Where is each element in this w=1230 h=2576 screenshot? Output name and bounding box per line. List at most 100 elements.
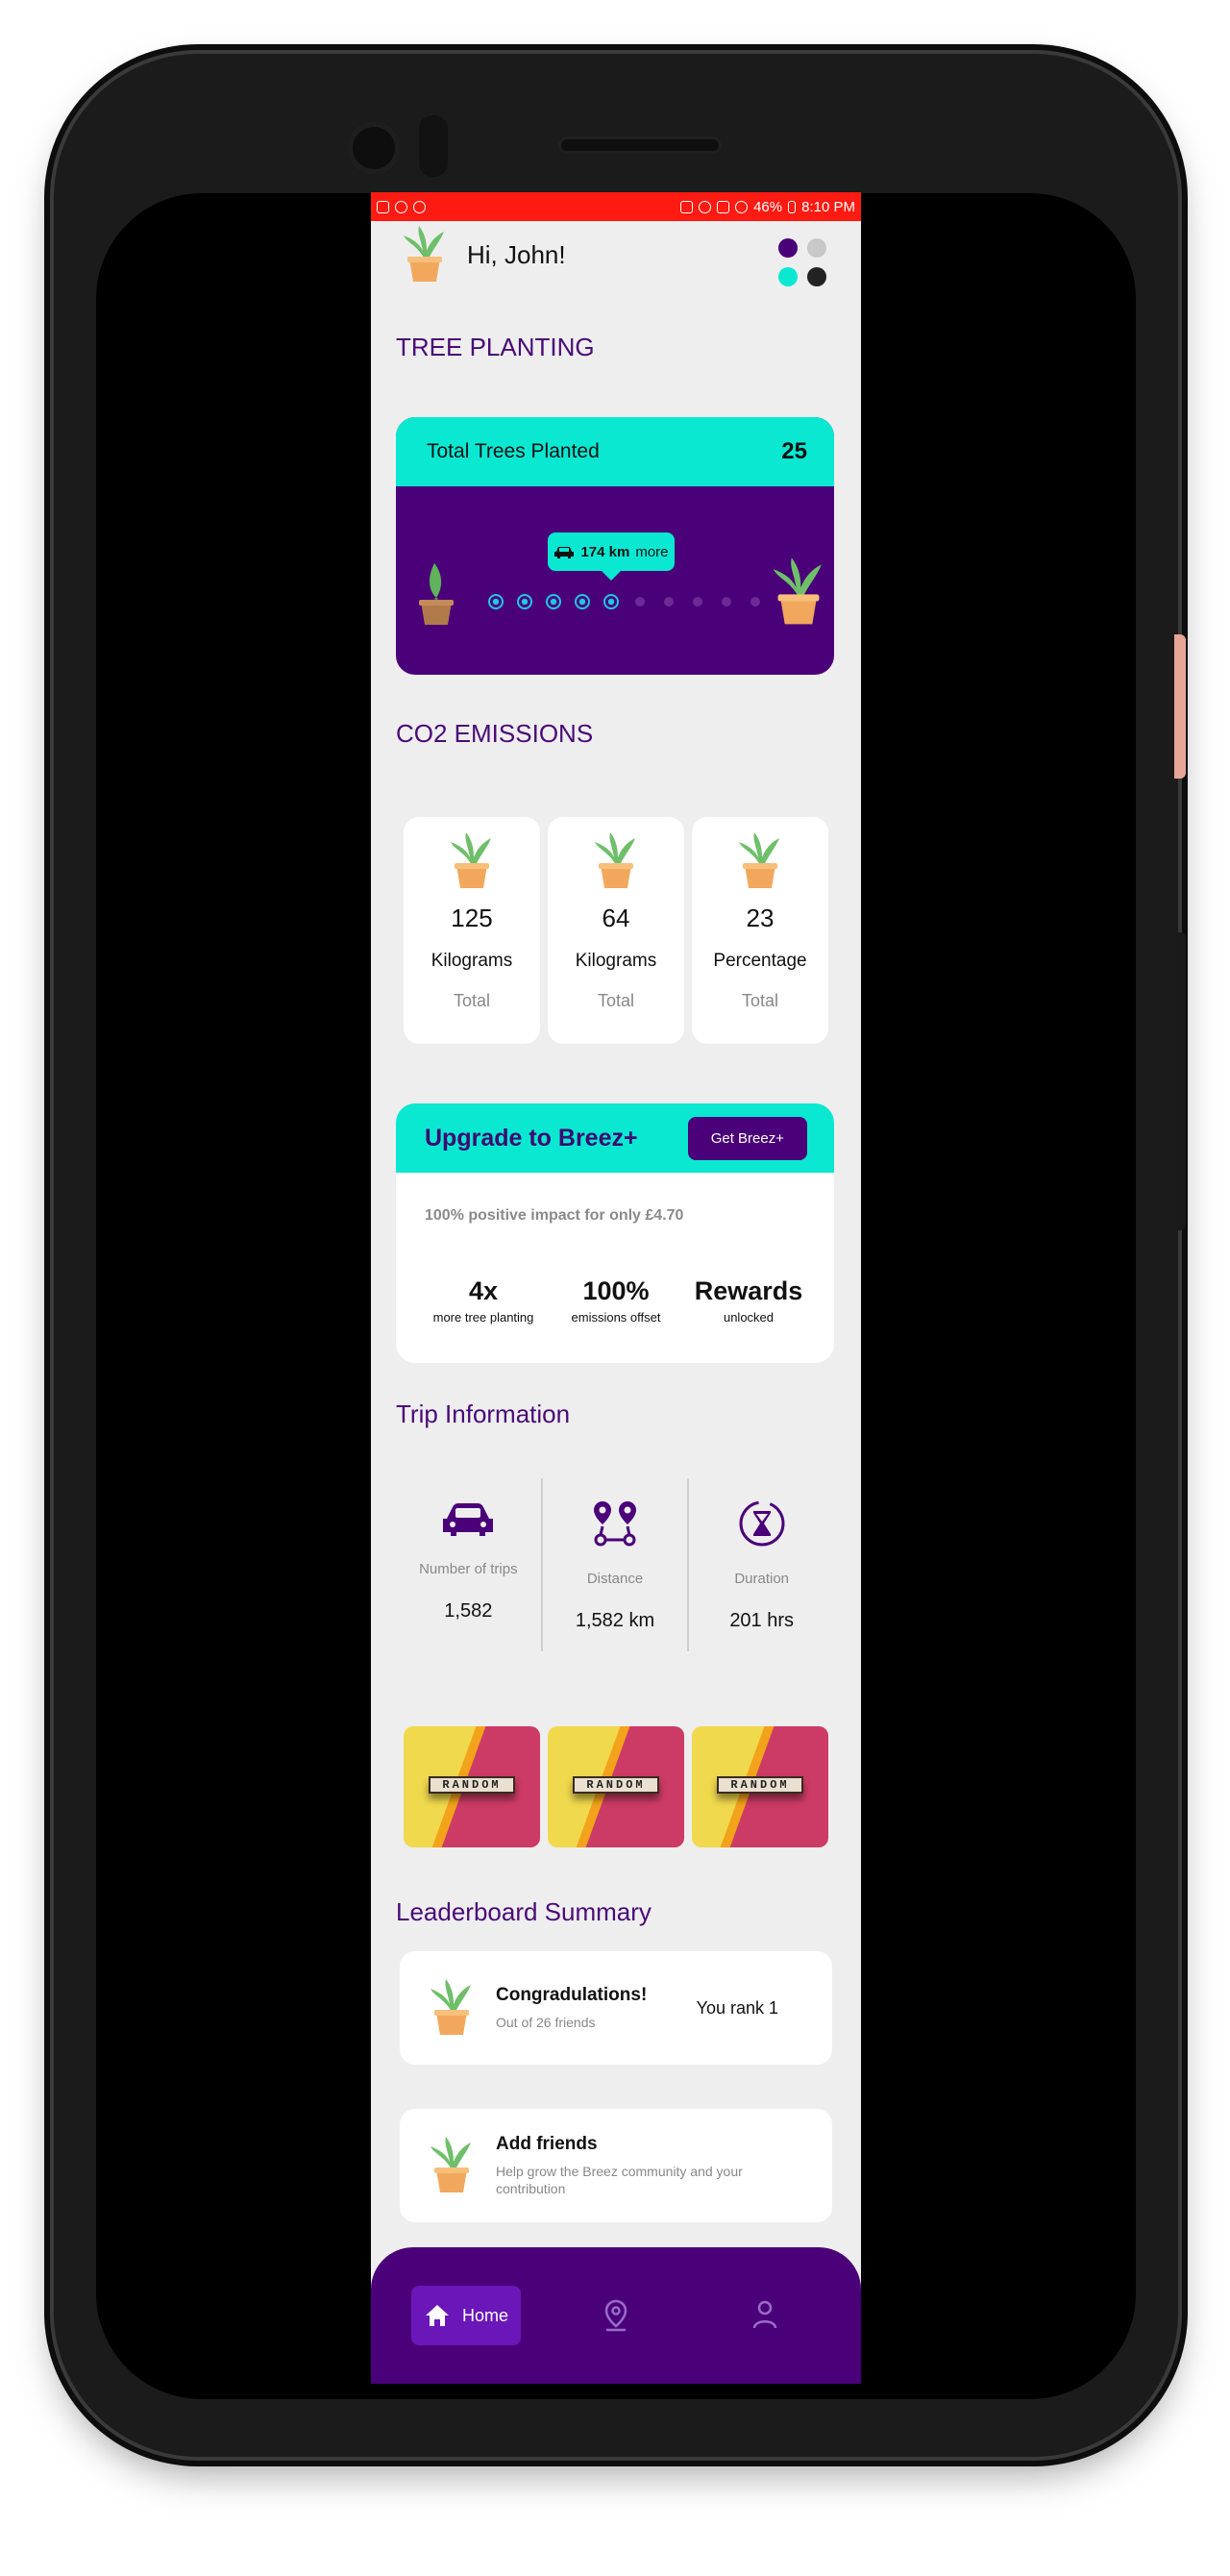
trip-stats: Number of trips 1,582 Distance 1,582 km …: [396, 1478, 834, 1651]
total-trees-value: 25: [781, 438, 807, 464]
progress-dot-pending: [635, 597, 645, 607]
tree-planting-card[interactable]: Total Trees Planted 25 174 km more: [396, 417, 834, 675]
power-button: [1174, 634, 1186, 779]
nav-home-label: Home: [461, 2305, 508, 2325]
dnd-icon: [735, 200, 749, 213]
battery-icon: [788, 200, 797, 213]
add-friends-card[interactable]: Add friends Help grow the Breez communit…: [400, 2109, 832, 2222]
co2-card[interactable]: 125 Kilograms Total: [404, 817, 540, 1044]
distance-suffix: more: [635, 543, 669, 560]
get-breez-plus-button[interactable]: Get Breez+: [687, 1116, 807, 1160]
grey-dot[interactable]: [807, 238, 826, 258]
clock: 8:10 PM: [801, 198, 855, 215]
co2-unit: Kilograms: [430, 951, 513, 971]
random-tile[interactable]: RANDOM: [404, 1726, 540, 1847]
upgrade-card: Upgrade to Breez+ Get Breez+ 100% positi…: [396, 1103, 834, 1363]
co2-card[interactable]: 23 Percentage Total: [692, 817, 828, 1044]
earpiece-speaker: [558, 136, 722, 154]
co2-value: 23: [746, 904, 775, 932]
trip-stat-distance[interactable]: Distance 1,582 km: [540, 1478, 688, 1651]
trip-stat-label: Distance: [586, 1571, 644, 1587]
at-notification-icon: [413, 200, 426, 213]
random-tile[interactable]: RANDOM: [692, 1726, 828, 1847]
purple-dot[interactable]: [778, 238, 798, 258]
profile-icon[interactable]: [751, 2299, 778, 2330]
upgrade-stat-label: more tree planting: [432, 1310, 534, 1325]
progress-dot-pending: [750, 597, 760, 607]
route-pins-icon: [594, 1501, 636, 1547]
progress-dot-complete: [575, 594, 590, 609]
upgrade-stat-label: unlocked: [723, 1310, 775, 1325]
random-tile-label: RANDOM: [717, 1776, 803, 1794]
volume-button: [1174, 932, 1186, 1230]
congrats-title: Congradulations!: [496, 1985, 648, 2005]
co2-cards: 125 Kilograms Total 64 Kilograms Total 2…: [404, 817, 828, 1044]
plant-icon: [451, 832, 491, 888]
trip-info-title: Trip Information: [396, 1399, 571, 1428]
progress-dot-pending: [722, 597, 731, 607]
location-pin-icon[interactable]: [602, 2299, 630, 2332]
trip-stat-value: 201 hrs: [729, 1610, 795, 1631]
co2-value: 64: [602, 904, 630, 932]
upgrade-stat: Rewards unlocked: [682, 1276, 815, 1325]
progress-dot-complete: [517, 594, 532, 609]
header: Hi, John!: [371, 221, 861, 288]
hourglass-icon: [739, 1500, 785, 1547]
leaderboard-rank-text: Congradulations! Out of 26 friends: [496, 1985, 697, 2031]
home-icon: [425, 2305, 449, 2326]
leaderboard-title: Leaderboard Summary: [396, 1897, 652, 1926]
trip-stat-duration[interactable]: Duration 201 hrs: [687, 1478, 834, 1651]
upgrade-stat-value: 4x: [468, 1276, 499, 1305]
add-friends-text: Add friends Help grow the Breez communit…: [496, 2134, 832, 2197]
co2-card[interactable]: 64 Kilograms Total: [548, 817, 684, 1044]
tree-progress-area: 174 km more: [396, 486, 834, 675]
greeting-text: Hi, John!: [467, 239, 566, 269]
add-friends-subtitle: Help grow the Breez community and your c…: [496, 2164, 743, 2196]
random-tile[interactable]: RANDOM: [548, 1726, 684, 1847]
theme-dots-menu[interactable]: [778, 238, 826, 286]
total-trees-label: Total Trees Planted: [427, 440, 600, 462]
trip-stat-label: Duration: [734, 1571, 790, 1587]
add-friends-title: Add friends: [496, 2134, 598, 2154]
black-dot[interactable]: [807, 267, 826, 286]
car-icon: [443, 1503, 494, 1536]
trip-stat-trips[interactable]: Number of trips 1,582: [396, 1478, 541, 1651]
tree-progress-dots: [488, 594, 763, 609]
sapling-icon: [419, 563, 454, 625]
plant-icon: [430, 2137, 471, 2192]
plant-icon: [739, 832, 779, 888]
status-bar: 46% 8:10 PM: [371, 192, 861, 221]
app-notification-icon: [395, 200, 407, 213]
progress-dot-complete: [603, 594, 619, 609]
upgrade-stats: 4x more tree planting 100% emissions off…: [396, 1225, 834, 1325]
plant-icon: [595, 832, 635, 888]
upgrade-stat: 100% emissions offset: [550, 1276, 682, 1325]
progress-dot-complete: [546, 594, 561, 609]
proximity-sensor: [419, 115, 448, 177]
upgrade-description: 100% positive impact for only £4.70: [425, 1207, 684, 1224]
gallery-notification-icon: [377, 200, 389, 213]
random-tiles: RANDOM RANDOM RANDOM: [404, 1726, 828, 1847]
progress-dot-pending: [664, 597, 674, 607]
rank-text: You rank 1: [696, 1997, 778, 2018]
teal-dot[interactable]: [778, 267, 798, 286]
trip-stat-label: Number of trips: [419, 1561, 518, 1577]
trip-stat-value: 1,582: [444, 1600, 493, 1622]
tree-planting-title: TREE PLANTING: [396, 333, 595, 361]
leaderboard-rank-card[interactable]: Congradulations! Out of 26 friends You r…: [400, 1951, 832, 2065]
distance-bubble: 174 km more: [548, 533, 675, 581]
upgrade-stat-value: 100%: [582, 1276, 650, 1305]
co2-sub: Total: [597, 991, 635, 1010]
progress-dot-complete: [488, 594, 504, 609]
plant-avatar-icon[interactable]: [400, 226, 450, 284]
car-icon: [554, 547, 575, 558]
nav-home-tab[interactable]: Home: [411, 2286, 521, 2345]
co2-value: 125: [451, 904, 493, 932]
progress-dot-pending: [693, 597, 702, 607]
front-camera: [347, 121, 401, 175]
app-screen: 46% 8:10 PM Hi, John! TREE PLANTING Tota…: [371, 192, 861, 2384]
upgrade-title: Upgrade to Breez+: [425, 1124, 638, 1152]
co2-title: CO2 EMISSIONS: [396, 719, 594, 748]
co2-unit: Kilograms: [575, 951, 657, 971]
battery-percent: 46%: [753, 198, 783, 215]
